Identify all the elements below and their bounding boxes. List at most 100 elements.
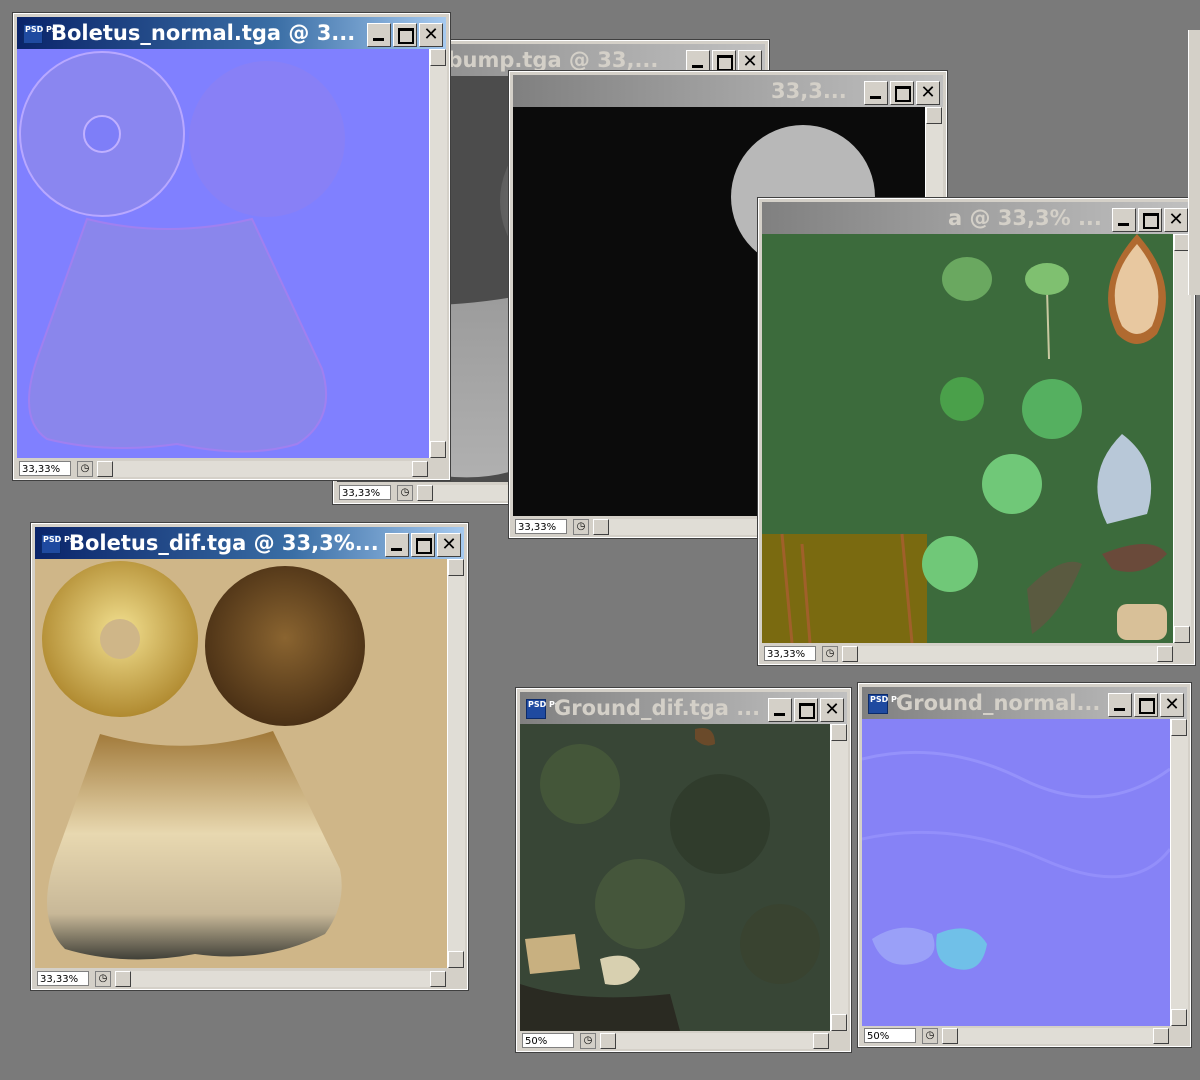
image-canvas[interactable]: [762, 234, 1173, 643]
horizontal-scrollbar[interactable]: [600, 1033, 829, 1049]
navigator-icon[interactable]: ◷: [822, 646, 838, 662]
horizontal-scrollbar[interactable]: [842, 646, 1173, 662]
scroll-up-arrow[interactable]: [831, 724, 847, 741]
diffuse-map-image: [42, 561, 365, 960]
maximize-button[interactable]: [1138, 208, 1162, 232]
scroll-left-arrow[interactable]: [600, 1033, 616, 1049]
scroll-left-arrow[interactable]: [942, 1028, 958, 1044]
image-canvas[interactable]: [35, 559, 447, 968]
close-button[interactable]: ✕: [916, 81, 940, 105]
horizontal-scrollbar[interactable]: [97, 461, 428, 477]
titlebar[interactable]: PSD Ps Boletus_normal.tga @ 3... ✕: [17, 17, 446, 49]
navigator-icon[interactable]: ◷: [922, 1028, 938, 1044]
minimize-button[interactable]: [385, 533, 409, 557]
scroll-right-arrow[interactable]: [412, 461, 428, 477]
window-title: a @ 33,3% ...: [948, 206, 1102, 230]
window-title: 33,3...: [771, 79, 847, 103]
scroll-left-arrow[interactable]: [97, 461, 113, 477]
maximize-button[interactable]: [1134, 693, 1158, 717]
photoshop-file-icon: PSD Ps: [23, 24, 57, 44]
minimize-button[interactable]: [768, 698, 792, 722]
window-ground-normal[interactable]: PSD Ps Ground_normal... ✕ 50% ◷: [857, 682, 1192, 1048]
status-bar: 50% ◷: [862, 1027, 1187, 1045]
titlebar[interactable]: 33,3... ✕: [513, 75, 943, 107]
zoom-field[interactable]: 33,33%: [515, 519, 567, 534]
maximize-button[interactable]: [890, 81, 914, 105]
maximize-button[interactable]: [393, 23, 417, 47]
vertical-scrollbar[interactable]: [1173, 234, 1191, 643]
scroll-up-arrow[interactable]: [926, 107, 942, 124]
close-button[interactable]: ✕: [820, 698, 844, 722]
scroll-left-arrow[interactable]: [593, 519, 609, 535]
status-bar: 33,33% ◷: [17, 460, 446, 478]
image-canvas[interactable]: [17, 49, 429, 458]
zoom-field[interactable]: 33,33%: [764, 646, 816, 661]
close-button[interactable]: ✕: [1160, 693, 1184, 717]
titlebar[interactable]: PSD Ps Ground_normal... ✕: [862, 687, 1187, 719]
zoom-field[interactable]: 33,33%: [339, 485, 391, 500]
photoshop-file-icon: PSD Ps: [868, 694, 902, 714]
navigator-icon[interactable]: ◷: [77, 461, 93, 477]
window-title: Boletus_dif.tga @ 33,3%...: [69, 531, 379, 555]
status-bar: 50% ◷: [520, 1032, 847, 1050]
scroll-up-arrow[interactable]: [1171, 719, 1187, 736]
minimize-button[interactable]: [864, 81, 888, 105]
minimize-button[interactable]: [1112, 208, 1136, 232]
window-title: Boletus_normal.tga @ 3...: [51, 21, 356, 45]
vertical-scrollbar[interactable]: [429, 49, 447, 458]
scroll-left-arrow[interactable]: [115, 971, 131, 987]
image-canvas[interactable]: [520, 724, 830, 1031]
window-plants[interactable]: a @ 33,3% ... ✕ 33,33% ◷: [757, 197, 1196, 666]
scroll-down-arrow[interactable]: [1171, 1009, 1187, 1026]
photoshop-file-icon: PSD Ps: [41, 534, 75, 554]
vertical-scrollbar[interactable]: [830, 724, 848, 1031]
scroll-down-arrow[interactable]: [448, 951, 464, 968]
navigator-icon[interactable]: ◷: [95, 971, 111, 987]
ground-normal-image: [862, 719, 1170, 1026]
photoshop-file-icon: PSD Ps: [526, 699, 560, 719]
window-title: Ground_normal...: [896, 691, 1101, 715]
horizontal-scrollbar[interactable]: [942, 1028, 1169, 1044]
navigator-icon[interactable]: ◷: [573, 519, 589, 535]
zoom-field[interactable]: 33,33%: [37, 971, 89, 986]
scroll-up-arrow[interactable]: [448, 559, 464, 576]
window-boletus-normal[interactable]: PSD Ps Boletus_normal.tga @ 3... ✕ 33,33…: [12, 12, 451, 481]
titlebar[interactable]: PSD Ps Boletus_dif.tga @ 33,3%... ✕: [35, 527, 464, 559]
horizontal-scrollbar[interactable]: [115, 971, 446, 987]
plants-texture-image: [762, 234, 1167, 643]
window-ground-dif[interactable]: PSD Ps Ground_dif.tga ... ✕ 50% ◷: [515, 687, 852, 1053]
maximize-button[interactable]: [411, 533, 435, 557]
status-bar: 33,33% ◷: [762, 645, 1191, 663]
normal-map-image: [19, 51, 345, 453]
window-boletus-dif[interactable]: PSD Ps Boletus_dif.tga @ 33,3%... ✕ 33,3…: [30, 522, 469, 991]
scroll-down-arrow[interactable]: [1174, 626, 1190, 643]
scroll-up-arrow[interactable]: [430, 49, 446, 66]
vertical-scrollbar[interactable]: [1170, 719, 1188, 1026]
window-title: Ground_dif.tga ...: [554, 696, 761, 720]
scroll-left-arrow[interactable]: [842, 646, 858, 662]
scroll-right-arrow[interactable]: [1153, 1028, 1169, 1044]
ground-diffuse-image: [520, 724, 830, 1031]
navigator-icon[interactable]: ◷: [397, 485, 413, 501]
image-canvas[interactable]: [862, 719, 1170, 1026]
zoom-field[interactable]: 50%: [864, 1028, 916, 1043]
zoom-field[interactable]: 33,33%: [19, 461, 71, 476]
vertical-scrollbar[interactable]: [447, 559, 465, 968]
scroll-right-arrow[interactable]: [430, 971, 446, 987]
minimize-button[interactable]: [367, 23, 391, 47]
navigator-icon[interactable]: ◷: [580, 1033, 596, 1049]
close-button[interactable]: ✕: [437, 533, 461, 557]
scroll-right-arrow[interactable]: [1157, 646, 1173, 662]
titlebar[interactable]: PSD Ps Ground_dif.tga ... ✕: [520, 692, 847, 724]
titlebar[interactable]: a @ 33,3% ... ✕: [762, 202, 1191, 234]
scroll-left-arrow[interactable]: [417, 485, 433, 501]
maximize-button[interactable]: [794, 698, 818, 722]
minimize-button[interactable]: [1108, 693, 1132, 717]
close-button[interactable]: ✕: [1164, 208, 1188, 232]
close-button[interactable]: ✕: [419, 23, 443, 47]
zoom-field[interactable]: 50%: [522, 1033, 574, 1048]
scroll-right-arrow[interactable]: [813, 1033, 829, 1049]
scroll-down-arrow[interactable]: [430, 441, 446, 458]
scroll-down-arrow[interactable]: [831, 1014, 847, 1031]
tool-palette-edge[interactable]: [1188, 30, 1200, 295]
